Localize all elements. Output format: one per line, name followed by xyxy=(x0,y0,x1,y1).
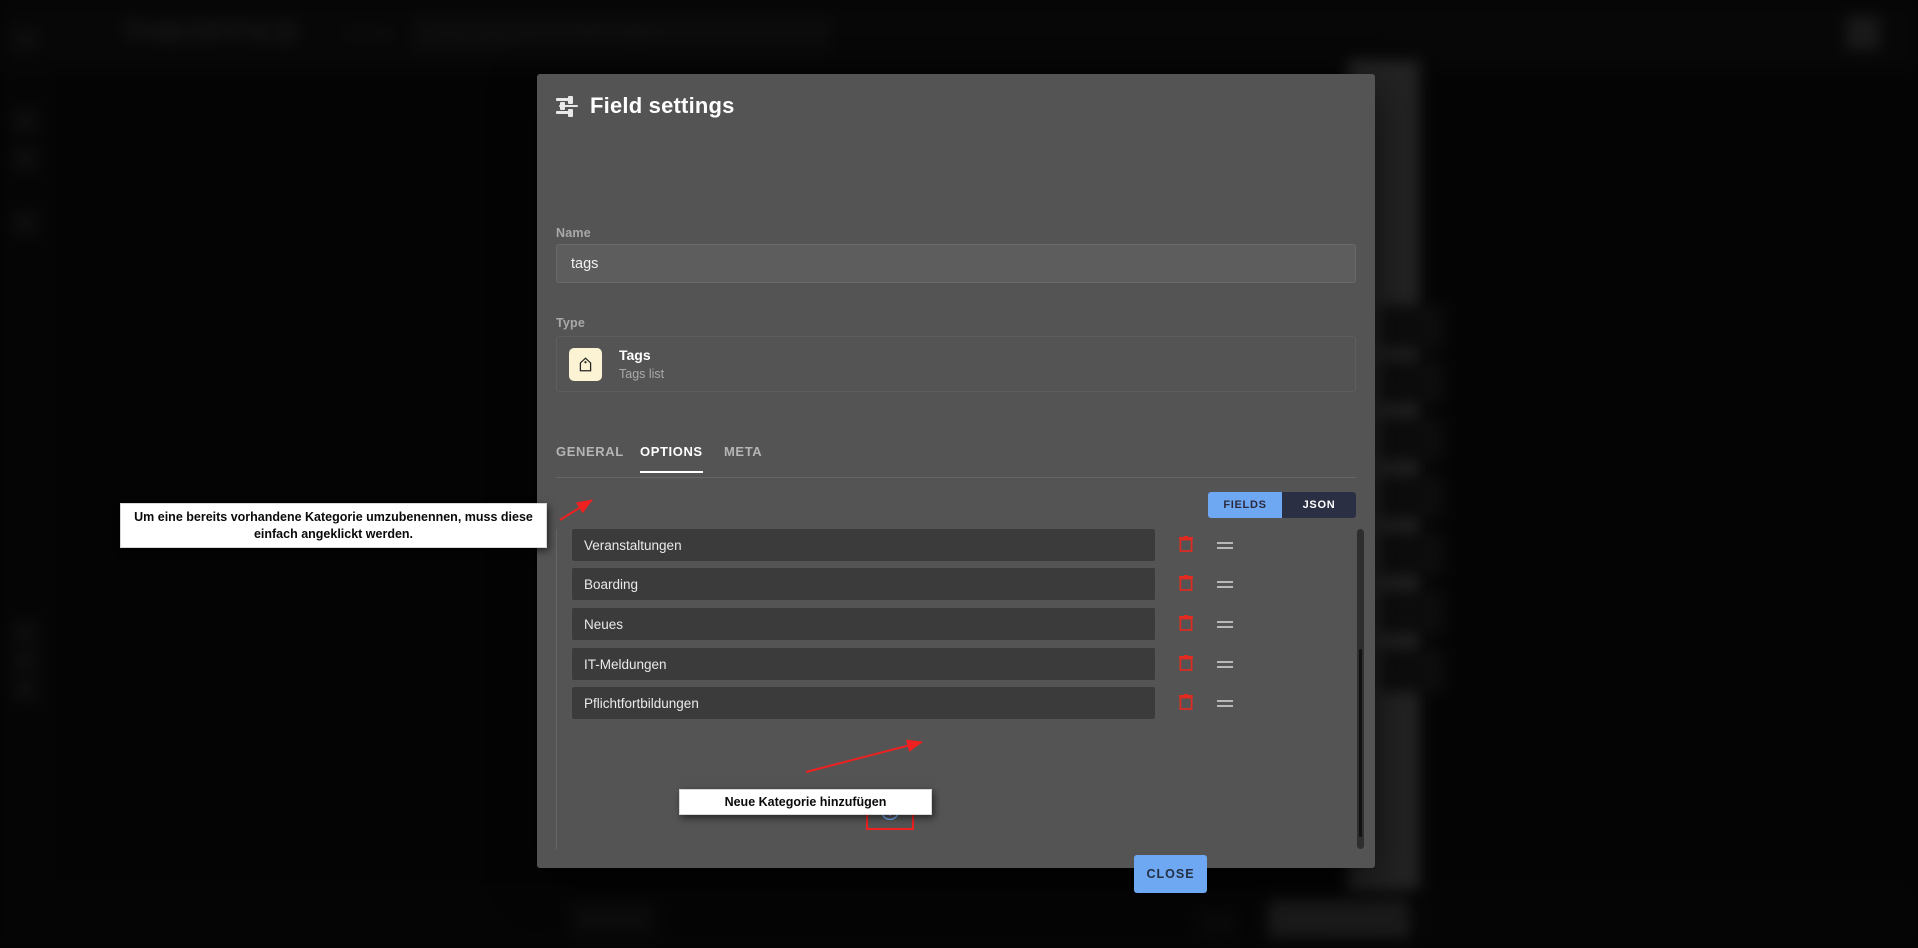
option-row xyxy=(572,529,1342,561)
name-field-label: Name xyxy=(556,226,591,240)
name-input[interactable] xyxy=(556,244,1356,283)
option-input[interactable] xyxy=(572,568,1155,600)
field-settings-dialog: Field settings Name Type Tags Tags list … xyxy=(537,74,1375,893)
options-scrollbar[interactable] xyxy=(1357,529,1364,849)
field-type-description: Tags list xyxy=(619,366,665,381)
options-list xyxy=(556,529,1364,849)
field-type-text: Tags Tags list xyxy=(619,346,664,383)
trash-icon[interactable] xyxy=(1177,693,1195,713)
annotation-add-category: Neue Kategorie hinzufügen xyxy=(679,789,932,815)
dialog-tabs: GENERAL OPTIONS META xyxy=(556,444,1356,478)
dialog-title: Field settings xyxy=(590,93,735,118)
option-row xyxy=(572,687,1342,719)
drag-handle-icon[interactable] xyxy=(1217,541,1233,550)
trash-icon[interactable] xyxy=(1177,654,1195,674)
tag-icon xyxy=(569,347,602,381)
tune-sliders-icon xyxy=(556,95,578,117)
drag-handle-icon[interactable] xyxy=(1217,620,1233,629)
option-input[interactable] xyxy=(572,648,1155,680)
close-button[interactable]: CLOSE xyxy=(1134,855,1207,893)
annotation-rename-category: Um eine bereits vorhandene Kategorie umz… xyxy=(120,503,547,548)
field-type-name: Tags xyxy=(619,346,651,363)
trash-icon[interactable] xyxy=(1177,535,1195,555)
tab-general[interactable]: GENERAL xyxy=(556,444,624,471)
option-row xyxy=(572,608,1342,640)
toggle-fields-view[interactable]: FIELDS xyxy=(1208,492,1282,518)
drag-handle-icon[interactable] xyxy=(1217,580,1233,589)
trash-icon[interactable] xyxy=(1177,614,1195,634)
type-field-label: Type xyxy=(556,316,586,330)
option-row xyxy=(572,648,1342,680)
field-type-card[interactable]: Tags Tags list xyxy=(556,336,1356,392)
options-scrollbar-thumb[interactable] xyxy=(1359,649,1362,837)
drag-handle-icon[interactable] xyxy=(1217,699,1233,708)
drag-handle-icon[interactable] xyxy=(1217,660,1233,669)
option-input[interactable] xyxy=(572,687,1155,719)
option-input[interactable] xyxy=(572,608,1155,640)
dialog-header: Field settings xyxy=(537,74,1375,138)
tab-options[interactable]: OPTIONS xyxy=(640,444,703,473)
view-mode-toggle: FIELDS JSON xyxy=(1208,492,1356,518)
option-input[interactable] xyxy=(572,529,1155,561)
tab-meta[interactable]: META xyxy=(724,444,762,471)
option-row xyxy=(572,568,1342,600)
toggle-json-view[interactable]: JSON xyxy=(1282,492,1356,518)
trash-icon[interactable] xyxy=(1177,574,1195,594)
